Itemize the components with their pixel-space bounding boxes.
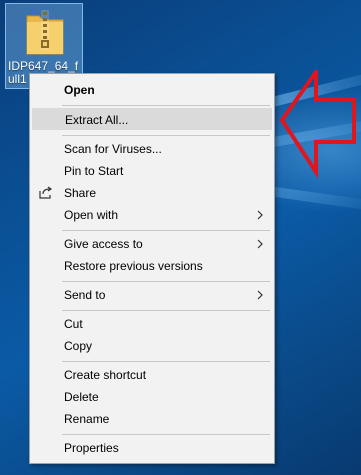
- menu-item-pin-to-start[interactable]: Pin to Start: [32, 160, 272, 182]
- menu-separator: [62, 135, 270, 136]
- menu-item-open-with[interactable]: Open with: [32, 204, 272, 226]
- menu-separator: [62, 310, 270, 311]
- menu-item-label: Share: [64, 186, 97, 200]
- menu-item-rename[interactable]: Rename: [32, 408, 272, 430]
- menu-item-delete[interactable]: Delete: [32, 386, 272, 408]
- red-arrow-icon: [279, 70, 356, 179]
- context-menu: Open Extract All... Scan for Viruses... …: [29, 73, 275, 464]
- menu-item-cut[interactable]: Cut: [32, 313, 272, 335]
- menu-item-label: Create shortcut: [64, 368, 147, 382]
- menu-separator: [62, 434, 270, 435]
- menu-item-label: Extract All...: [65, 113, 129, 127]
- chevron-right-icon: [257, 290, 263, 300]
- menu-item-restore-previous-versions[interactable]: Restore previous versions: [32, 255, 272, 277]
- menu-item-label: Rename: [64, 412, 110, 426]
- menu-separator: [62, 105, 270, 106]
- menu-item-label: Pin to Start: [64, 164, 124, 178]
- chevron-right-icon: [257, 210, 263, 220]
- menu-separator: [62, 230, 270, 231]
- menu-item-copy[interactable]: Copy: [32, 335, 272, 357]
- menu-item-label: Copy: [64, 339, 93, 353]
- menu-item-label: Delete: [64, 390, 99, 404]
- menu-item-label: Scan for Viruses...: [64, 142, 162, 156]
- menu-item-create-shortcut[interactable]: Create shortcut: [32, 364, 272, 386]
- menu-item-open[interactable]: Open: [32, 79, 272, 101]
- menu-item-share[interactable]: Share: [32, 182, 272, 204]
- zip-folder-icon: [26, 10, 64, 55]
- menu-separator: [62, 281, 270, 282]
- menu-item-send-to[interactable]: Send to: [32, 284, 272, 306]
- menu-item-label: Restore previous versions: [64, 259, 203, 273]
- menu-item-label: Open: [64, 83, 95, 97]
- menu-separator: [62, 361, 270, 362]
- menu-item-scan-for-viruses[interactable]: Scan for Viruses...: [32, 138, 272, 160]
- menu-item-label: Open with: [64, 208, 119, 222]
- menu-item-label: Properties: [64, 441, 119, 455]
- desktop-background: IDP647_64_full1 Open Extract All... Scan…: [0, 0, 361, 475]
- menu-item-label: Send to: [64, 288, 106, 302]
- chevron-right-icon: [257, 239, 263, 249]
- menu-item-label: Give access to: [64, 237, 143, 251]
- menu-item-label: Cut: [64, 317, 83, 331]
- menu-item-properties[interactable]: Properties: [32, 437, 272, 459]
- menu-item-extract-all[interactable]: Extract All...: [32, 108, 272, 130]
- menu-item-give-access-to[interactable]: Give access to: [32, 233, 272, 255]
- share-icon: [39, 186, 53, 199]
